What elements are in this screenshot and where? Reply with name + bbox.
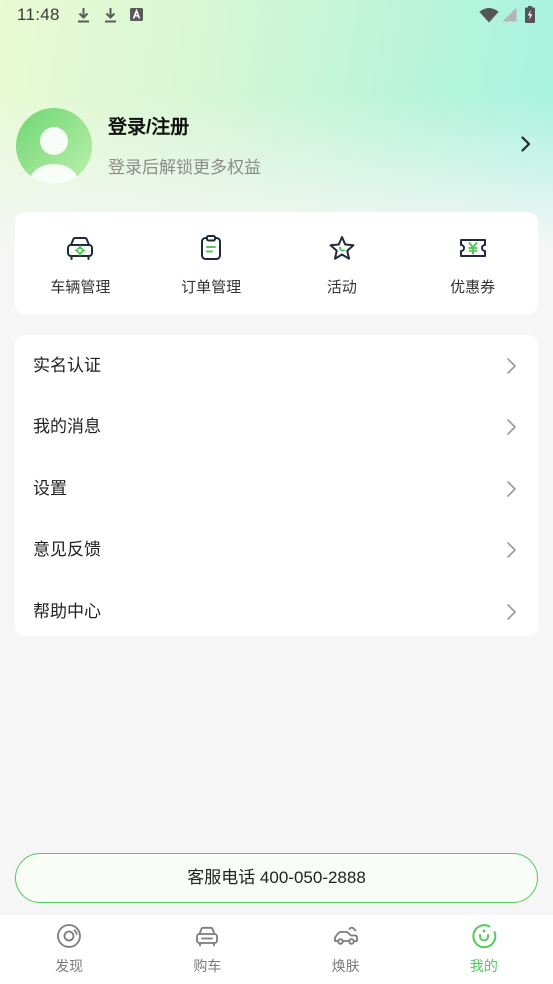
discover-icon bbox=[57, 924, 82, 948]
menu-item-help-center[interactable]: 帮助中心 bbox=[15, 581, 538, 636]
tab-label: 焕肤 bbox=[331, 958, 360, 974]
wifi-icon bbox=[479, 8, 499, 23]
car-paint-icon bbox=[333, 926, 358, 945]
star-activity-icon bbox=[329, 236, 355, 260]
menu-item-label: 设置 bbox=[33, 478, 67, 498]
status-bar: 11:48 bbox=[0, 0, 553, 30]
tab-discover[interactable]: 发现 bbox=[0, 915, 138, 984]
menu-item-feedback[interactable]: 意见反馈 bbox=[15, 520, 538, 582]
bottom-tab-bar: 发现 购车 焕肤 我的 bbox=[0, 915, 553, 984]
download-icon bbox=[78, 8, 89, 23]
menu-item-label: 帮助中心 bbox=[33, 601, 101, 621]
quick-action-coupons[interactable]: 优惠券 bbox=[407, 212, 538, 314]
quick-action-label: 车辆管理 bbox=[50, 279, 111, 296]
quick-action-order-management[interactable]: 订单管理 bbox=[146, 212, 277, 314]
chevron-right-icon bbox=[507, 603, 516, 620]
menu-item-real-name-verification[interactable]: 实名认证 bbox=[15, 335, 538, 397]
menu-item-label: 意见反馈 bbox=[33, 540, 101, 560]
quick-action-label: 活动 bbox=[326, 279, 357, 296]
car-front-icon bbox=[196, 926, 219, 947]
chevron-right-icon bbox=[521, 136, 531, 152]
tab-mine[interactable]: 我的 bbox=[415, 915, 553, 984]
chevron-right-icon bbox=[507, 357, 516, 374]
tab-label: 购车 bbox=[193, 958, 222, 974]
settings-menu-card: 实名认证 我的消息 设置 意见反馈 帮助中心 bbox=[15, 335, 538, 636]
menu-item-label: 实名认证 bbox=[33, 355, 101, 375]
quick-action-label: 订单管理 bbox=[181, 279, 242, 296]
customer-service-phone-label: 客服电话 400-050-2888 bbox=[187, 868, 366, 887]
login-benefit-subtitle: 登录后解锁更多权益 bbox=[108, 158, 261, 177]
download-icon bbox=[105, 8, 116, 23]
chevron-right-icon bbox=[507, 419, 516, 436]
login-register-row[interactable]: 登录/注册 登录后解锁更多权益 bbox=[0, 100, 553, 195]
quick-action-activities[interactable]: 活动 bbox=[277, 212, 408, 314]
tab-label: 发现 bbox=[55, 958, 84, 974]
chevron-right-icon bbox=[507, 480, 516, 497]
quick-actions-card: 车辆管理 订单管理 活动 优惠券 bbox=[15, 212, 538, 314]
default-avatar-icon bbox=[16, 108, 92, 184]
customer-service-phone-button[interactable]: 客服电话 400-050-2888 bbox=[15, 853, 538, 903]
profile-icon bbox=[472, 924, 497, 949]
battery-charging-icon bbox=[525, 6, 535, 23]
tab-label: 我的 bbox=[469, 958, 498, 974]
menu-item-my-messages[interactable]: 我的消息 bbox=[15, 397, 538, 459]
chevron-right-icon bbox=[507, 542, 516, 559]
menu-item-settings[interactable]: 设置 bbox=[15, 458, 538, 520]
quick-action-vehicle-management[interactable]: 车辆管理 bbox=[15, 212, 146, 314]
coupon-ticket-icon bbox=[459, 239, 486, 257]
login-register-title: 登录/注册 bbox=[108, 117, 190, 138]
car-manage-icon bbox=[67, 237, 94, 260]
font-a-icon bbox=[130, 8, 143, 21]
quick-action-label: 优惠券 bbox=[450, 279, 496, 296]
status-time: 11:48 bbox=[17, 5, 60, 24]
tab-car-wrap[interactable]: 焕肤 bbox=[277, 915, 415, 984]
cell-signal-icon bbox=[502, 7, 517, 22]
menu-item-label: 我的消息 bbox=[33, 417, 101, 437]
tab-buy-car[interactable]: 购车 bbox=[138, 915, 276, 984]
order-clipboard-icon bbox=[201, 235, 222, 260]
